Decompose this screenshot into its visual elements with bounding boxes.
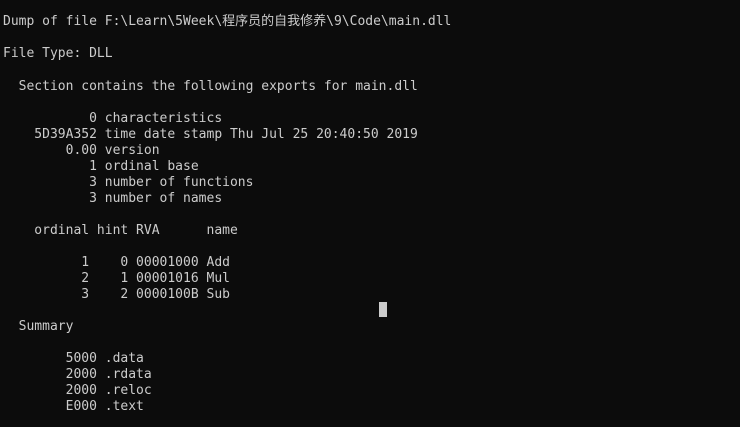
ordinal-base-line: 1 ordinal base (3, 159, 199, 174)
export-row-sub: 3 2 0000100B Sub (3, 287, 230, 302)
file-type-line: File Type: DLL (3, 46, 113, 61)
number-of-names-line: 3 number of names (3, 191, 223, 206)
section-header-line: Section contains the following exports f… (3, 79, 418, 94)
summary-row-text: E000 .text (3, 399, 144, 414)
console-window[interactable]: Dump of file F:\Learn\5Week\程序员的自我修养\9\C… (0, 0, 740, 427)
export-row-add: 1 0 00001000 Add (3, 255, 230, 270)
exports-table-header: ordinal hint RVA name (3, 223, 238, 238)
dump-file-line: Dump of file F:\Learn\5Week\程序员的自我修养\9\C… (3, 14, 452, 29)
timestamp-line: 5D39A352 time date stamp Thu Jul 25 20:4… (3, 127, 418, 142)
version-line: 0.00 version (3, 143, 160, 158)
summary-row-data: 5000 .data (3, 351, 144, 366)
summary-row-rdata: 2000 .rdata (3, 367, 152, 382)
export-row-mul: 2 1 00001016 Mul (3, 271, 230, 286)
text-cursor (379, 302, 387, 317)
summary-row-reloc: 2000 .reloc (3, 383, 152, 398)
summary-header: Summary (3, 319, 74, 334)
characteristics-line: 0 characteristics (3, 111, 223, 126)
number-of-functions-line: 3 number of functions (3, 175, 254, 190)
